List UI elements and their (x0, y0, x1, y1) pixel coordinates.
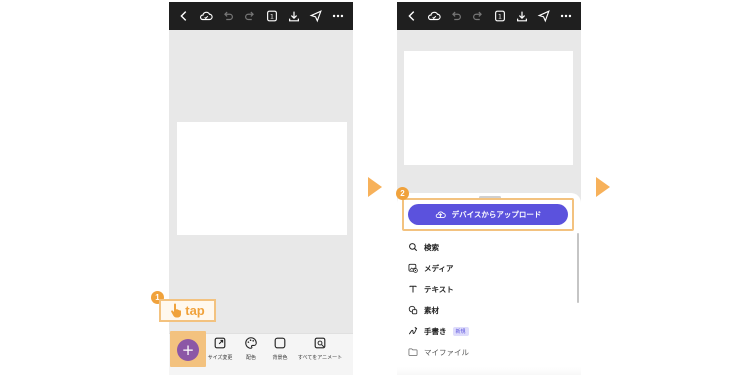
cloud-sync-icon[interactable] (197, 7, 215, 25)
share-icon[interactable] (307, 7, 325, 25)
upload-from-device-label: デバイスからアップロード (451, 210, 542, 219)
media-icon (408, 263, 418, 273)
editor-topbar: 1 (169, 2, 353, 30)
tap-callout: tap (159, 299, 216, 322)
more-icon[interactable] (557, 7, 575, 25)
menu-item-media-label: メディア (424, 263, 454, 273)
svg-text:1: 1 (270, 14, 274, 21)
animate-icon (314, 337, 326, 349)
menu-item-media[interactable]: メディア (408, 261, 453, 275)
cloud-sync-icon[interactable] (425, 7, 443, 25)
design-canvas-page[interactable] (177, 122, 347, 235)
add-elements-sheet: デバイスからアップロード 検索 メディア テキスト 素材 手書き 新規 マイファ… (397, 193, 581, 375)
menu-item-my-files[interactable]: マイファイル (408, 345, 469, 359)
pages-icon[interactable]: 1 (263, 7, 281, 25)
svg-text:1: 1 (498, 14, 502, 21)
menu-item-elements-label: 素材 (424, 305, 439, 315)
background-color-icon (274, 337, 286, 349)
download-icon[interactable] (285, 7, 303, 25)
toolbar-resize-label: サイズ変更 (207, 355, 233, 361)
undo-icon[interactable] (219, 7, 237, 25)
new-badge: 新規 (452, 326, 469, 336)
draw-icon (408, 326, 418, 335)
palette-icon (245, 337, 257, 349)
cloud-upload-icon (435, 211, 446, 219)
resize-icon (214, 337, 226, 349)
toolbar-animate-all-label: すべてをアニメート (297, 355, 343, 361)
next-step-arrow (368, 177, 382, 197)
upload-from-device-button[interactable]: デバイスからアップロード (408, 204, 568, 225)
text-icon (409, 285, 417, 293)
back-icon[interactable] (175, 7, 193, 25)
toolbar-background-color-label: 背景色 (272, 355, 288, 361)
menu-item-my-files-label: マイファイル (424, 347, 469, 357)
hand-pointer-icon (171, 303, 182, 318)
menu-item-draw-label: 手書き (424, 326, 447, 336)
pages-icon[interactable]: 1 (491, 7, 509, 25)
next-step-arrow-2 (596, 177, 610, 197)
search-icon (409, 243, 418, 252)
phone-screen-step2: 1 デバイスからアップロード 検索 メディア テキスト 素材 手書き 新規 マイ… (397, 2, 581, 375)
back-icon[interactable] (403, 7, 421, 25)
menu-item-text[interactable]: テキスト (408, 282, 454, 296)
redo-icon[interactable] (241, 7, 259, 25)
design-canvas-page[interactable] (404, 51, 573, 165)
menu-item-search[interactable]: 検索 (408, 240, 439, 254)
upload-button-highlight: デバイスからアップロード (402, 198, 574, 231)
menu-item-text-label: テキスト (424, 284, 454, 294)
add-element-button[interactable]: + (177, 339, 199, 361)
redo-icon[interactable] (469, 7, 487, 25)
undo-icon[interactable] (447, 7, 465, 25)
elements-icon (408, 305, 418, 315)
folder-icon (408, 348, 418, 356)
menu-item-elements[interactable]: 素材 (408, 303, 439, 317)
menu-item-search-label: 検索 (424, 242, 439, 252)
editor-topbar: 1 (397, 2, 581, 30)
toolbar-animate-all[interactable]: すべてをアニメート (297, 336, 343, 361)
step-2-badge: 2 (396, 187, 409, 200)
more-icon[interactable] (329, 7, 347, 25)
toolbar-palette-label: 配色 (245, 355, 256, 361)
sheet-scrollbar[interactable] (577, 233, 579, 303)
download-icon[interactable] (513, 7, 531, 25)
toolbar-background-color[interactable]: 背景色 (260, 336, 300, 361)
tap-label: tap (185, 303, 205, 318)
sheet-bottom-fade (397, 367, 581, 375)
share-icon[interactable] (535, 7, 553, 25)
menu-item-draw[interactable]: 手書き 新規 (408, 324, 469, 338)
